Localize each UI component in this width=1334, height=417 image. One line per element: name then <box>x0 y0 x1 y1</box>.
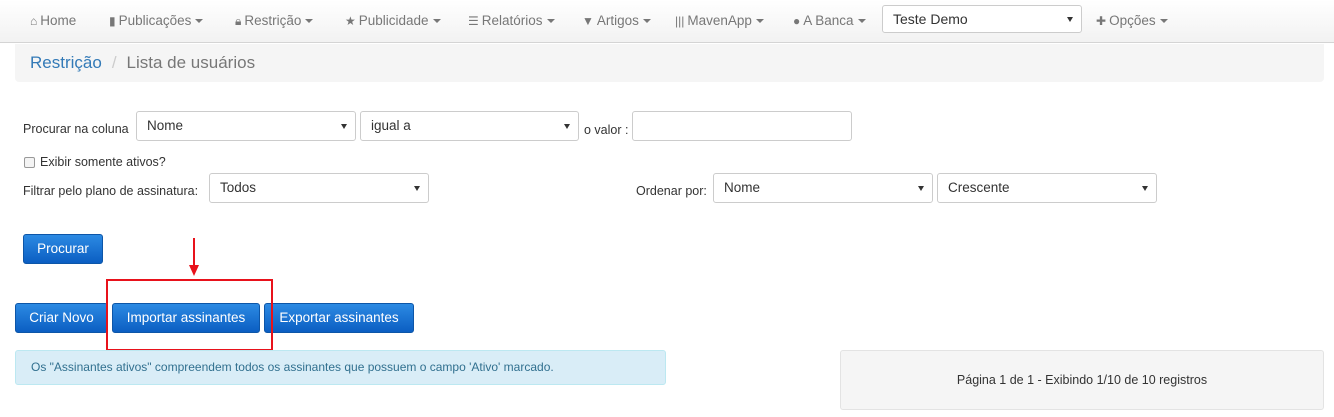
column-label: Procurar na coluna <box>23 122 129 136</box>
nav-home-label: Home <box>40 13 77 28</box>
active-only-checkbox[interactable] <box>24 157 35 168</box>
chevron-down-icon <box>1159 19 1168 24</box>
nav-publicacoes[interactable]: ▮ Publicações <box>109 0 204 41</box>
list-icon: ☰ <box>468 14 479 28</box>
nav-artigos[interactable]: ▼ Artigos <box>582 0 651 41</box>
nav-relatorios[interactable]: ☰ Relatórios <box>468 0 555 41</box>
order-label: Ordenar por: <box>636 184 707 198</box>
order-direction-select[interactable]: Crescente <box>937 173 1157 203</box>
order-field-select-value: Nome <box>724 180 761 195</box>
account-select-value: Teste Demo <box>893 11 968 27</box>
plan-select-value: Todos <box>220 180 257 195</box>
export-subscribers-button[interactable]: Exportar assinantes <box>264 303 414 333</box>
breadcrumb-restricao[interactable]: Restrição <box>30 53 102 72</box>
info-alert: Os "Assinantes ativos" compreendem todos… <box>15 350 666 385</box>
nav-artigos-label: Artigos <box>596 13 639 28</box>
star-icon: ★ <box>345 14 356 28</box>
chevron-down-icon <box>546 19 555 24</box>
nav-publicidade-label: Publicidade <box>358 13 429 28</box>
chevron-down-icon <box>432 19 441 24</box>
annotation-highlight-box <box>106 279 273 351</box>
value-input[interactable] <box>632 111 852 141</box>
pagination-info: Página 1 de 1 - Exibindo 1/10 de 10 regi… <box>840 350 1324 410</box>
breadcrumb-current: Lista de usuários <box>126 53 256 72</box>
barcode-icon: ||| <box>675 14 685 28</box>
nav-opcoes-label: Opções <box>1109 13 1156 28</box>
operator-select[interactable]: igual a <box>360 111 579 141</box>
column-select-value: Nome <box>147 118 184 133</box>
chevron-down-icon <box>918 186 924 191</box>
nav-restricao-label: Restrição <box>244 13 302 28</box>
chevron-down-icon <box>305 19 314 24</box>
chevron-down-icon <box>1142 186 1148 191</box>
chevron-down-icon <box>195 19 204 24</box>
chevron-down-icon <box>642 19 651 24</box>
search-button[interactable]: Procurar <box>23 234 103 264</box>
nav-publicacoes-label: Publicações <box>118 13 192 28</box>
annotation-arrow-shaft <box>193 238 195 267</box>
chevron-down-icon <box>1067 17 1073 22</box>
nav-restricao[interactable]: 🔒︎ Restrição <box>235 0 314 41</box>
globe-icon: ● <box>793 14 801 28</box>
nav-a-banca-label: A Banca <box>803 13 854 28</box>
value-label: o valor : <box>584 123 629 137</box>
bookmark-icon: ▼ <box>582 14 594 28</box>
nav-home[interactable]: ⌂ Home <box>30 0 76 41</box>
chevron-down-icon <box>755 19 764 24</box>
create-new-button[interactable]: Criar Novo <box>15 303 108 333</box>
home-icon: ⌂ <box>30 14 38 28</box>
plan-select[interactable]: Todos <box>209 173 429 203</box>
chevron-down-icon <box>857 19 866 24</box>
account-select[interactable]: Teste Demo <box>882 5 1082 33</box>
chevron-down-icon <box>564 124 570 129</box>
annotation-arrow-icon <box>189 265 199 276</box>
active-only-label: Exibir somente ativos? <box>40 155 166 169</box>
nav-opcoes[interactable]: ✚ Opções <box>1096 0 1168 41</box>
column-select[interactable]: Nome <box>136 111 356 141</box>
order-direction-select-value: Crescente <box>948 180 1010 195</box>
order-field-select[interactable]: Nome <box>713 173 933 203</box>
breadcrumb-separator: / <box>111 53 117 72</box>
breadcrumb: Restrição / Lista de usuários <box>15 44 1324 82</box>
nav-publicidade[interactable]: ★ Publicidade <box>345 0 441 41</box>
top-navbar: ⌂ Home ▮ Publicações 🔒︎ Restrição ★ Publicid… <box>0 0 1334 43</box>
nav-mavenapp-label: MavenApp <box>687 13 752 28</box>
plus-icon: ✚ <box>1096 14 1107 28</box>
file-icon: ▮ <box>109 14 116 28</box>
plan-label: Filtrar pelo plano de assinatura: <box>23 184 199 198</box>
nav-mavenapp[interactable]: ||| MavenApp <box>675 0 764 41</box>
nav-relatorios-label: Relatórios <box>481 13 543 28</box>
operator-select-value: igual a <box>371 118 411 133</box>
chevron-down-icon <box>341 124 347 129</box>
nav-a-banca[interactable]: ● A Banca <box>793 0 866 41</box>
chevron-down-icon <box>414 186 420 191</box>
lock-icon: 🔒︎ <box>235 14 242 28</box>
